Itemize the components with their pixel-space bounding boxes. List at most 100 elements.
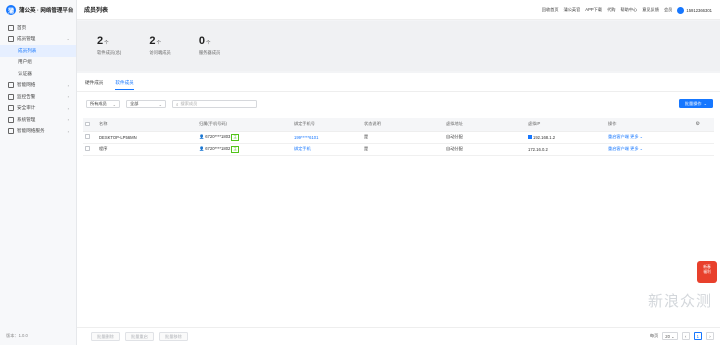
stat-label: 服务器成员 (198, 50, 221, 55)
batch-delete-button[interactable]: 批量删除 (91, 332, 120, 341)
next-page-button[interactable]: › (706, 332, 714, 340)
ip-cell: 192.168.1.2 (526, 131, 606, 144)
owner-tag: 主 (231, 145, 239, 153)
top-link[interactable]: 代购 (607, 7, 615, 13)
stat-value: 2 (149, 35, 156, 47)
sidebar-item-members[interactable]: 成员管理 › (0, 34, 76, 46)
select-all-checkbox[interactable] (85, 121, 90, 126)
chevron-down-icon: ⌄ (638, 146, 644, 151)
column-header: 虚拟IP (526, 118, 606, 132)
status-select[interactable]: 全部 ⌄ (126, 100, 166, 108)
batch-operation-button[interactable]: 批量操作 ⌄ (679, 99, 713, 108)
watermark: 新浪众测 (647, 292, 712, 310)
restart-client-link[interactable]: 重启客户端 (608, 146, 629, 151)
top-link[interactable]: 帮助中心 (620, 7, 637, 13)
ip-value: 192.168.1.2 (533, 134, 556, 140)
column-header: 状态说明 (362, 118, 444, 132)
top-link[interactable]: 蒲公英官 (564, 7, 581, 13)
column-header: 归属(手机号码) (197, 118, 292, 132)
status-value: 是 (362, 143, 444, 156)
tab-hardware[interactable]: 硬件成员 (85, 80, 103, 90)
stats-panel: 2个 软件成员(总) 2个 访问端成员 0个 服务器成员 (77, 21, 720, 71)
search-input[interactable]: ⌕ 搜索成员 (172, 100, 257, 108)
stat-access: 2个 访问端成员 (149, 36, 170, 56)
actions-cell: 重启客户端 更多 ⌄ (606, 143, 714, 156)
top-link[interactable]: 会员 (664, 7, 672, 13)
column-header: 名称 (97, 118, 197, 132)
prev-page-button[interactable]: ‹ (681, 332, 690, 340)
row-checkbox[interactable] (85, 146, 90, 151)
sidebar-item-user-group[interactable]: 用户组 (0, 57, 76, 69)
owner-cell: 👤6720****1802 主 (197, 143, 292, 156)
filter-bar: 所有成员 ⌄ 全部 ⌄ ⌕ 搜索成员 (86, 100, 257, 108)
sidebar-item-service[interactable]: 智能网络服务 › (0, 126, 76, 138)
stat-label: 访问端成员 (149, 50, 171, 55)
search-placeholder: 搜索成员 (180, 101, 198, 106)
stat-label: 软件成员(总) (97, 50, 122, 55)
member-name: 程序 (97, 143, 197, 156)
sidebar-item-home[interactable]: 首页 (0, 22, 76, 34)
more-link[interactable]: 更多 (630, 134, 638, 139)
sidebar-item-label: 成员管理 (17, 36, 36, 42)
settings-icon (8, 116, 14, 123)
promo-badge[interactable]: 新春 福利 (697, 261, 717, 283)
sidebar-item-system[interactable]: 系统管理 › (0, 114, 76, 126)
owner-cell: 👤6720****1803 主 (197, 131, 292, 144)
pagination: 每页 20 ⌄ ‹ 1 › (650, 332, 714, 340)
stat-unit: 个 (205, 40, 211, 45)
chevron-down-icon: ⌄ (112, 101, 116, 107)
main-card: 硬件成员 软件成员 所有成员 ⌄ 全部 ⌄ ⌕ 搜索成员 批量操作 ⌄ 名称 归… (77, 73, 720, 345)
chevron-right-icon: › (67, 105, 69, 111)
person-icon: 👤 (199, 145, 205, 151)
member-type-select[interactable]: 所有成员 ⌄ (86, 100, 120, 108)
sidebar-item-security[interactable]: 安全审计 › (0, 103, 76, 115)
footer-bar: 批量删除 批量重启 批量移除 每页 20 ⌄ ‹ 1 › (77, 327, 720, 345)
batch-restart-button[interactable]: 批量重启 (125, 332, 154, 341)
top-links: 回收首页 蒲公英官 APP下载 代购 帮助中心 意见反馈 会员 15912366… (542, 0, 712, 20)
top-link[interactable]: APP下载 (585, 7, 602, 13)
chevron-right-icon: › (67, 117, 69, 123)
user-name: 15912366301 (686, 7, 712, 13)
row-checkbox-cell[interactable] (83, 131, 97, 144)
bind-phone-link[interactable]: 绑定手机 (292, 143, 362, 156)
version-label: 版本：1.0.0 (6, 333, 28, 338)
logo[interactable]: 蒲 蒲公英 · 网络管理平台 (0, 0, 76, 20)
stat-value: 0 (198, 35, 205, 47)
tab-software[interactable]: 软件成员 (115, 80, 134, 90)
sidebar-item-label: 安全审计 (17, 105, 36, 111)
windows-icon (528, 135, 532, 140)
sidebar-item-label: 系统管理 (17, 116, 36, 122)
row-checkbox-cell[interactable] (83, 143, 97, 156)
more-link[interactable]: 更多 (630, 146, 638, 151)
chevron-down-icon: › (65, 38, 71, 40)
stat-server: 0个 服务器成员 (199, 36, 220, 56)
select-value: 全部 (130, 101, 139, 106)
owner-value: 6720****1803 (205, 133, 231, 139)
page-size-select[interactable]: 20 ⌄ (662, 332, 678, 340)
chevron-right-icon: › (67, 94, 69, 100)
row-checkbox[interactable] (85, 134, 90, 139)
sidebar-item-monitoring[interactable]: 监控告警 › (0, 91, 76, 103)
page-number[interactable]: 1 (693, 332, 702, 340)
sidebar-item-label: 智能网络 (17, 82, 36, 88)
chevron-right-icon: › (67, 82, 69, 88)
column-header: 虚拟地址 (444, 118, 526, 132)
logo-icon: 蒲 (6, 5, 16, 15)
ip-value: 172.16.0.2 (526, 143, 606, 156)
user-icon (8, 36, 14, 43)
user-menu[interactable]: 15912366301 (677, 6, 712, 14)
phone-link[interactable]: 199*****6101 (292, 131, 362, 144)
column-settings-icon[interactable]: ⚙ (696, 121, 700, 127)
sidebar-item-authenticator[interactable]: 认证器 (0, 68, 76, 80)
sidebar-item-smart-network[interactable]: 智能网络 › (0, 80, 76, 92)
stat-unit: 个 (104, 40, 109, 45)
restart-client-link[interactable]: 重启客户端 (608, 134, 629, 139)
header-checkbox-cell[interactable] (83, 118, 97, 132)
batch-remove-button[interactable]: 批量移除 (159, 332, 188, 341)
top-link[interactable]: 回收首页 (542, 7, 559, 13)
top-link[interactable]: 意见反馈 (642, 7, 659, 13)
sidebar-item-member-list[interactable]: 成员列表 (0, 45, 76, 57)
service-icon (8, 128, 14, 135)
shield-icon (8, 105, 14, 112)
status-value: 是 (362, 131, 444, 144)
